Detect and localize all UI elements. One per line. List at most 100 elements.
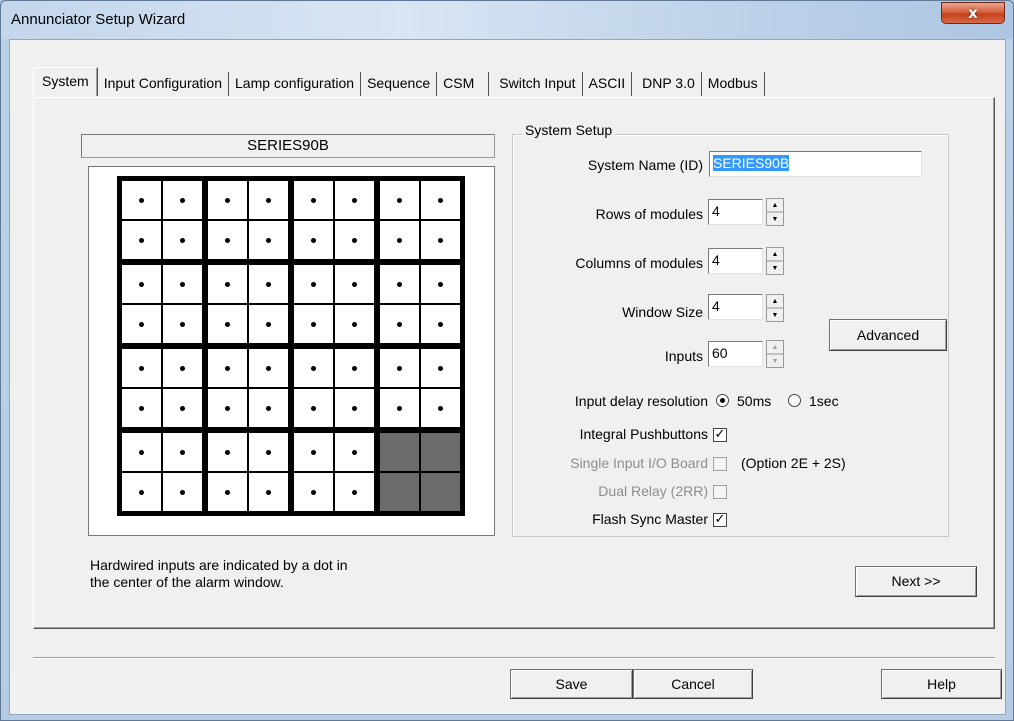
cancel-button[interactable]: Cancel (633, 669, 753, 699)
alarm-window-unused (380, 433, 419, 471)
rows-of-modules-input[interactable]: 4 (708, 199, 763, 225)
flash-sync-master-label: Flash Sync Master (592, 511, 708, 527)
single-input-board-label: Single Input I/O Board (570, 455, 708, 471)
alarm-window-hardwired (335, 433, 374, 471)
alarm-window-hardwired (249, 433, 288, 471)
alarm-window-hardwired (163, 181, 202, 219)
system-name-input[interactable]: SERIES90B (709, 151, 922, 177)
alarm-window-hardwired (249, 181, 288, 219)
advanced-button[interactable]: Advanced (829, 319, 947, 351)
columns-spinner[interactable]: ▲ ▼ (766, 247, 784, 275)
alarm-window-hardwired (163, 473, 202, 511)
columns-of-modules-input[interactable]: 4 (708, 248, 763, 274)
alarm-window-hardwired (163, 349, 202, 387)
single-input-option-note: (Option 2E + 2S) (741, 455, 846, 471)
alarm-window-hardwired (294, 181, 333, 219)
spin-down-arrow-icon[interactable]: ▼ (767, 212, 783, 225)
alarm-window-hardwired (335, 305, 374, 343)
alarm-window-unused (421, 433, 460, 471)
single-input-board-checkbox (713, 457, 727, 471)
dual-relay-checkbox (713, 485, 727, 499)
alarm-window-hardwired (208, 305, 247, 343)
alarm-window-hardwired (208, 389, 247, 427)
alarm-window-hardwired (380, 181, 419, 219)
alarm-window-hardwired (335, 265, 374, 303)
integral-pushbuttons-label: Integral Pushbuttons (579, 426, 708, 442)
system-name-label: System Name (ID) (587, 157, 703, 173)
spin-up-arrow-icon[interactable]: ▲ (767, 199, 783, 212)
alarm-window-hardwired (208, 473, 247, 511)
hardwired-note: Hardwired inputs are indicated by a dot … (90, 557, 348, 591)
alarm-window-hardwired (249, 265, 288, 303)
alarm-window-hardwired (421, 305, 460, 343)
title-bar[interactable]: Annunciator Setup Wizard x (1, 1, 1013, 39)
alarm-window-hardwired (122, 433, 161, 471)
alarm-window-hardwired (208, 433, 247, 471)
save-button[interactable]: Save (510, 669, 633, 699)
window-size-spinner[interactable]: ▲ ▼ (766, 294, 784, 322)
alarm-window-hardwired (294, 389, 333, 427)
system-name-value: SERIES90B (713, 155, 790, 171)
inputs-spinner-disabled: ▲ ▼ (766, 340, 784, 368)
close-icon: x (968, 4, 978, 22)
tab-switch-input[interactable]: Switch Input (489, 72, 583, 96)
alarm-window-hardwired (421, 221, 460, 259)
alarm-window-hardwired (249, 221, 288, 259)
alarm-window-hardwired (380, 221, 419, 259)
tab-dnp3[interactable]: DNP 3.0 (632, 72, 702, 96)
alarm-window-hardwired (294, 433, 333, 471)
close-button[interactable]: x (941, 2, 1005, 24)
alarm-window-hardwired (335, 221, 374, 259)
alarm-window-hardwired (122, 349, 161, 387)
inputs-label: Inputs (664, 348, 703, 364)
spin-up-arrow-icon[interactable]: ▲ (767, 295, 783, 308)
spin-down-arrow-icon: ▼ (767, 354, 783, 367)
alarm-window-hardwired (335, 181, 374, 219)
alarm-window-hardwired (208, 221, 247, 259)
tab-system[interactable]: System (33, 67, 98, 96)
alarm-window-hardwired (335, 349, 374, 387)
dialog-window: Annunciator Setup Wizard x System Input … (0, 0, 1014, 721)
delay-50ms-label: 50ms (737, 393, 772, 409)
alarm-window-hardwired (294, 265, 333, 303)
delay-1sec-radio[interactable] (788, 394, 801, 407)
alarm-window-hardwired (380, 265, 419, 303)
alarm-window-unused (421, 473, 460, 511)
alarm-window-hardwired (208, 349, 247, 387)
flash-sync-master-checkbox[interactable]: ✓ (713, 513, 727, 527)
annunciator-grid (117, 176, 465, 516)
alarm-window-hardwired (122, 221, 161, 259)
window-size-input[interactable]: 4 (708, 294, 763, 320)
tab-input-configuration[interactable]: Input Configuration (97, 72, 229, 96)
alarm-window-hardwired (163, 221, 202, 259)
alarm-window-hardwired (421, 181, 460, 219)
inputs-readonly-field: 60 (708, 341, 763, 367)
alarm-window-hardwired (163, 305, 202, 343)
spin-up-arrow-icon[interactable]: ▲ (767, 248, 783, 261)
help-button[interactable]: Help (881, 669, 1002, 699)
alarm-window-hardwired (380, 389, 419, 427)
tab-sequence[interactable]: Sequence (361, 72, 438, 96)
delay-50ms-radio[interactable] (716, 394, 729, 407)
spin-down-arrow-icon[interactable]: ▼ (767, 308, 783, 321)
alarm-window-hardwired (249, 389, 288, 427)
next-button[interactable]: Next >> (855, 566, 977, 597)
input-delay-label: Input delay resolution (574, 393, 708, 409)
spin-down-arrow-icon[interactable]: ▼ (767, 261, 783, 274)
bottom-separator (33, 657, 995, 659)
alarm-window-hardwired (380, 349, 419, 387)
tab-modbus[interactable]: Modbus (701, 72, 765, 96)
integral-pushbuttons-checkbox[interactable]: ✓ (713, 428, 727, 442)
tab-strip: System Input Configuration Lamp configur… (33, 67, 765, 96)
alarm-window-hardwired (380, 305, 419, 343)
rows-spinner[interactable]: ▲ ▼ (766, 198, 784, 226)
tab-csm[interactable]: CSM (437, 72, 490, 96)
alarm-window-hardwired (249, 349, 288, 387)
note-line-1: Hardwired inputs are indicated by a dot … (90, 557, 348, 573)
alarm-window-hardwired (208, 265, 247, 303)
tab-ascii[interactable]: ASCII (582, 72, 633, 96)
alarm-window-hardwired (163, 265, 202, 303)
tab-lamp-configuration[interactable]: Lamp configuration (229, 72, 362, 96)
alarm-window-hardwired (163, 433, 202, 471)
alarm-window-hardwired (122, 181, 161, 219)
